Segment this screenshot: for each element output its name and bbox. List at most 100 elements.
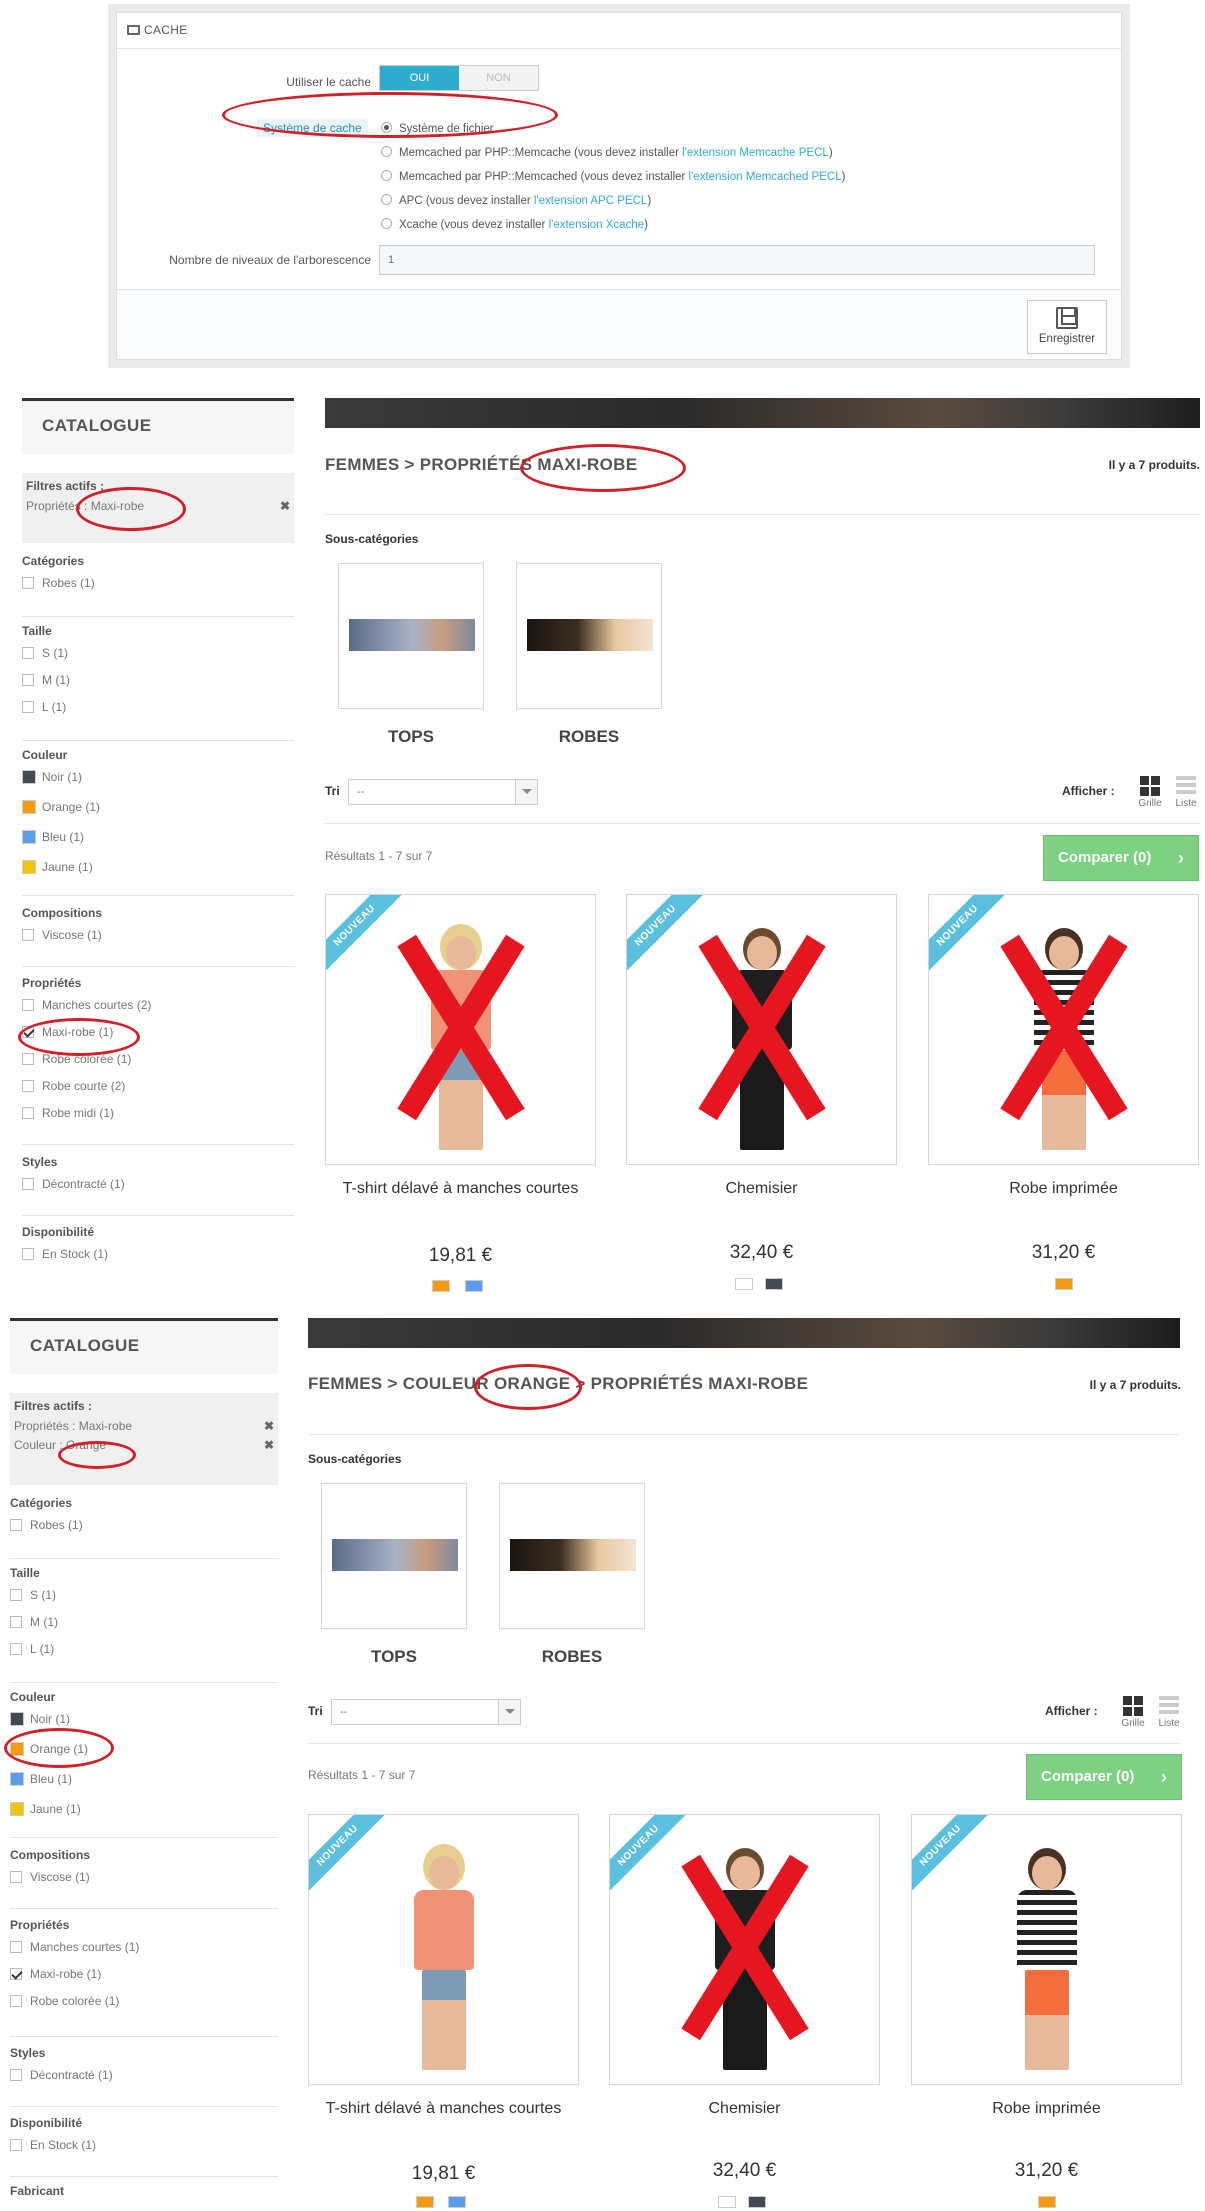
- checkbox[interactable]: [22, 1107, 34, 1119]
- product-name[interactable]: Chemisier: [609, 2097, 880, 2120]
- filter-option[interactable]: Jaune (1): [10, 1802, 88, 1818]
- filter-option[interactable]: Robe courte (2): [22, 1079, 151, 1095]
- remove-filter-icon[interactable]: ✖: [264, 1419, 274, 1433]
- filter-option[interactable]: Robes (1): [10, 1518, 83, 1534]
- remove-filter-icon[interactable]: ✖: [264, 1438, 274, 1452]
- filter-option[interactable]: Robe midi (1): [22, 1106, 151, 1122]
- memcache-pecl-link[interactable]: l'extension Memcache PECL: [682, 147, 829, 159]
- color-option[interactable]: [465, 1280, 483, 1292]
- filter-option[interactable]: Noir (1): [10, 1712, 88, 1728]
- subcategory-robes-thumb[interactable]: [516, 563, 662, 709]
- filter-option[interactable]: Maxi-robe (1): [10, 1967, 139, 1983]
- filter-option[interactable]: Viscose (1): [22, 928, 102, 944]
- memcached-pecl-link[interactable]: l'extension Memcached PECL: [689, 171, 842, 183]
- use-cache-toggle[interactable]: OUI NON: [379, 65, 539, 91]
- save-button[interactable]: Enregistrer: [1027, 300, 1107, 354]
- color-swatch[interactable]: [22, 800, 36, 814]
- checkbox-checked[interactable]: [10, 1968, 22, 1980]
- radio-option-memcache[interactable]: Memcached par PHP::Memcache (vous devez …: [381, 146, 833, 159]
- list-view-button[interactable]: Liste: [1172, 776, 1200, 809]
- color-option[interactable]: [416, 2196, 434, 2208]
- color-swatch[interactable]: [10, 1712, 24, 1726]
- radio-option-xcache[interactable]: Xcache (vous devez installer l'extension…: [381, 218, 648, 231]
- filter-option[interactable]: Robes (1): [22, 576, 95, 592]
- apc-pecl-link[interactable]: l'extension APC PECL: [534, 195, 647, 207]
- subcategory-tops-thumb[interactable]: [338, 563, 484, 709]
- checkbox[interactable]: [22, 577, 34, 589]
- radio-option-apc[interactable]: APC (vous devez installer l'extension AP…: [381, 194, 651, 207]
- chevron-down-icon[interactable]: [515, 780, 537, 804]
- filter-option[interactable]: Décontracté (1): [22, 1177, 125, 1193]
- filter-option[interactable]: Noir (1): [22, 770, 100, 786]
- checkbox[interactable]: [22, 1080, 34, 1092]
- checkbox[interactable]: [22, 1053, 34, 1065]
- filter-option[interactable]: Viscose (1): [10, 1870, 90, 1886]
- checkbox[interactable]: [22, 1248, 34, 1260]
- filter-option[interactable]: L (1): [22, 700, 70, 716]
- radio-option-memcached[interactable]: Memcached par PHP::Memcached (vous devez…: [381, 170, 845, 183]
- grid-view-button[interactable]: Grille: [1119, 1696, 1147, 1729]
- subcategory-tops-name[interactable]: TOPS: [338, 727, 484, 747]
- product-name[interactable]: Robe imprimée: [911, 2097, 1182, 2120]
- subcategory-tops-name[interactable]: TOPS: [321, 1647, 467, 1667]
- filter-option[interactable]: En Stock (1): [10, 2138, 96, 2154]
- filter-option[interactable]: Manches courtes (1): [10, 1940, 139, 1956]
- product-name[interactable]: Robe imprimée: [928, 1177, 1199, 1200]
- depth-input[interactable]: 1: [379, 245, 1095, 275]
- checkbox[interactable]: [10, 1941, 22, 1953]
- color-option[interactable]: [735, 1278, 753, 1290]
- filter-option[interactable]: En Stock (1): [22, 1247, 108, 1263]
- checkbox[interactable]: [10, 2069, 22, 2081]
- filter-option[interactable]: Manches courtes (2): [22, 998, 151, 1014]
- product-name[interactable]: T-shirt délavé à manches courtes: [325, 1177, 596, 1200]
- color-swatch[interactable]: [22, 770, 36, 784]
- color-option[interactable]: [432, 1280, 450, 1292]
- product-card[interactable]: NOUVEAU: [928, 894, 1199, 1165]
- checkbox[interactable]: [10, 2139, 22, 2151]
- subcategory-robes-name[interactable]: ROBES: [499, 1647, 645, 1667]
- checkbox[interactable]: [10, 1871, 22, 1883]
- color-option[interactable]: [748, 2196, 766, 2208]
- filter-option[interactable]: Bleu (1): [22, 830, 100, 846]
- checkbox[interactable]: [10, 1589, 22, 1601]
- subcategory-robes-name[interactable]: ROBES: [516, 727, 662, 747]
- list-view-button[interactable]: Liste: [1155, 1696, 1183, 1729]
- toggle-yes[interactable]: OUI: [380, 66, 459, 90]
- checkbox[interactable]: [22, 929, 34, 941]
- radio-button[interactable]: [381, 170, 392, 181]
- product-card[interactable]: NOUVEAU: [911, 1814, 1182, 2085]
- color-option[interactable]: [765, 1278, 783, 1290]
- color-swatch[interactable]: [22, 860, 36, 874]
- subcategory-tops-thumb[interactable]: [321, 1483, 467, 1629]
- compare-button[interactable]: Comparer (0) ›: [1043, 835, 1199, 881]
- compare-button[interactable]: Comparer (0) ›: [1026, 1754, 1182, 1800]
- filter-option[interactable]: Bleu (1): [10, 1772, 88, 1788]
- color-swatch[interactable]: [10, 1802, 24, 1816]
- color-option[interactable]: [718, 2196, 736, 2208]
- product-name[interactable]: T-shirt délavé à manches courtes: [308, 2097, 579, 2120]
- checkbox[interactable]: [10, 1995, 22, 2007]
- checkbox[interactable]: [22, 647, 34, 659]
- color-option[interactable]: [448, 2196, 466, 2208]
- radio-button[interactable]: [381, 146, 392, 157]
- remove-filter-icon[interactable]: ✖: [280, 499, 290, 513]
- color-swatch[interactable]: [10, 1772, 24, 1786]
- product-name[interactable]: Chemisier: [626, 1177, 897, 1200]
- color-swatch[interactable]: [22, 830, 36, 844]
- filter-option[interactable]: Décontracté (1): [10, 2068, 113, 2084]
- product-card[interactable]: NOUVEAU: [609, 1814, 880, 2085]
- chevron-down-icon[interactable]: [498, 1700, 520, 1724]
- filter-option[interactable]: S (1): [22, 646, 70, 662]
- checkbox[interactable]: [22, 701, 34, 713]
- product-card[interactable]: NOUVEAU: [308, 1814, 579, 2085]
- checkbox[interactable]: [22, 1178, 34, 1190]
- checkbox[interactable]: [10, 1643, 22, 1655]
- sort-select[interactable]: --: [348, 779, 538, 805]
- color-option[interactable]: [1038, 2196, 1056, 2208]
- grid-view-button[interactable]: Grille: [1136, 776, 1164, 809]
- checkbox[interactable]: [22, 674, 34, 686]
- xcache-link[interactable]: l'extension Xcache: [549, 219, 645, 231]
- checkbox[interactable]: [22, 999, 34, 1011]
- color-option[interactable]: [1055, 1278, 1073, 1290]
- product-card[interactable]: NOUVEAU: [626, 894, 897, 1165]
